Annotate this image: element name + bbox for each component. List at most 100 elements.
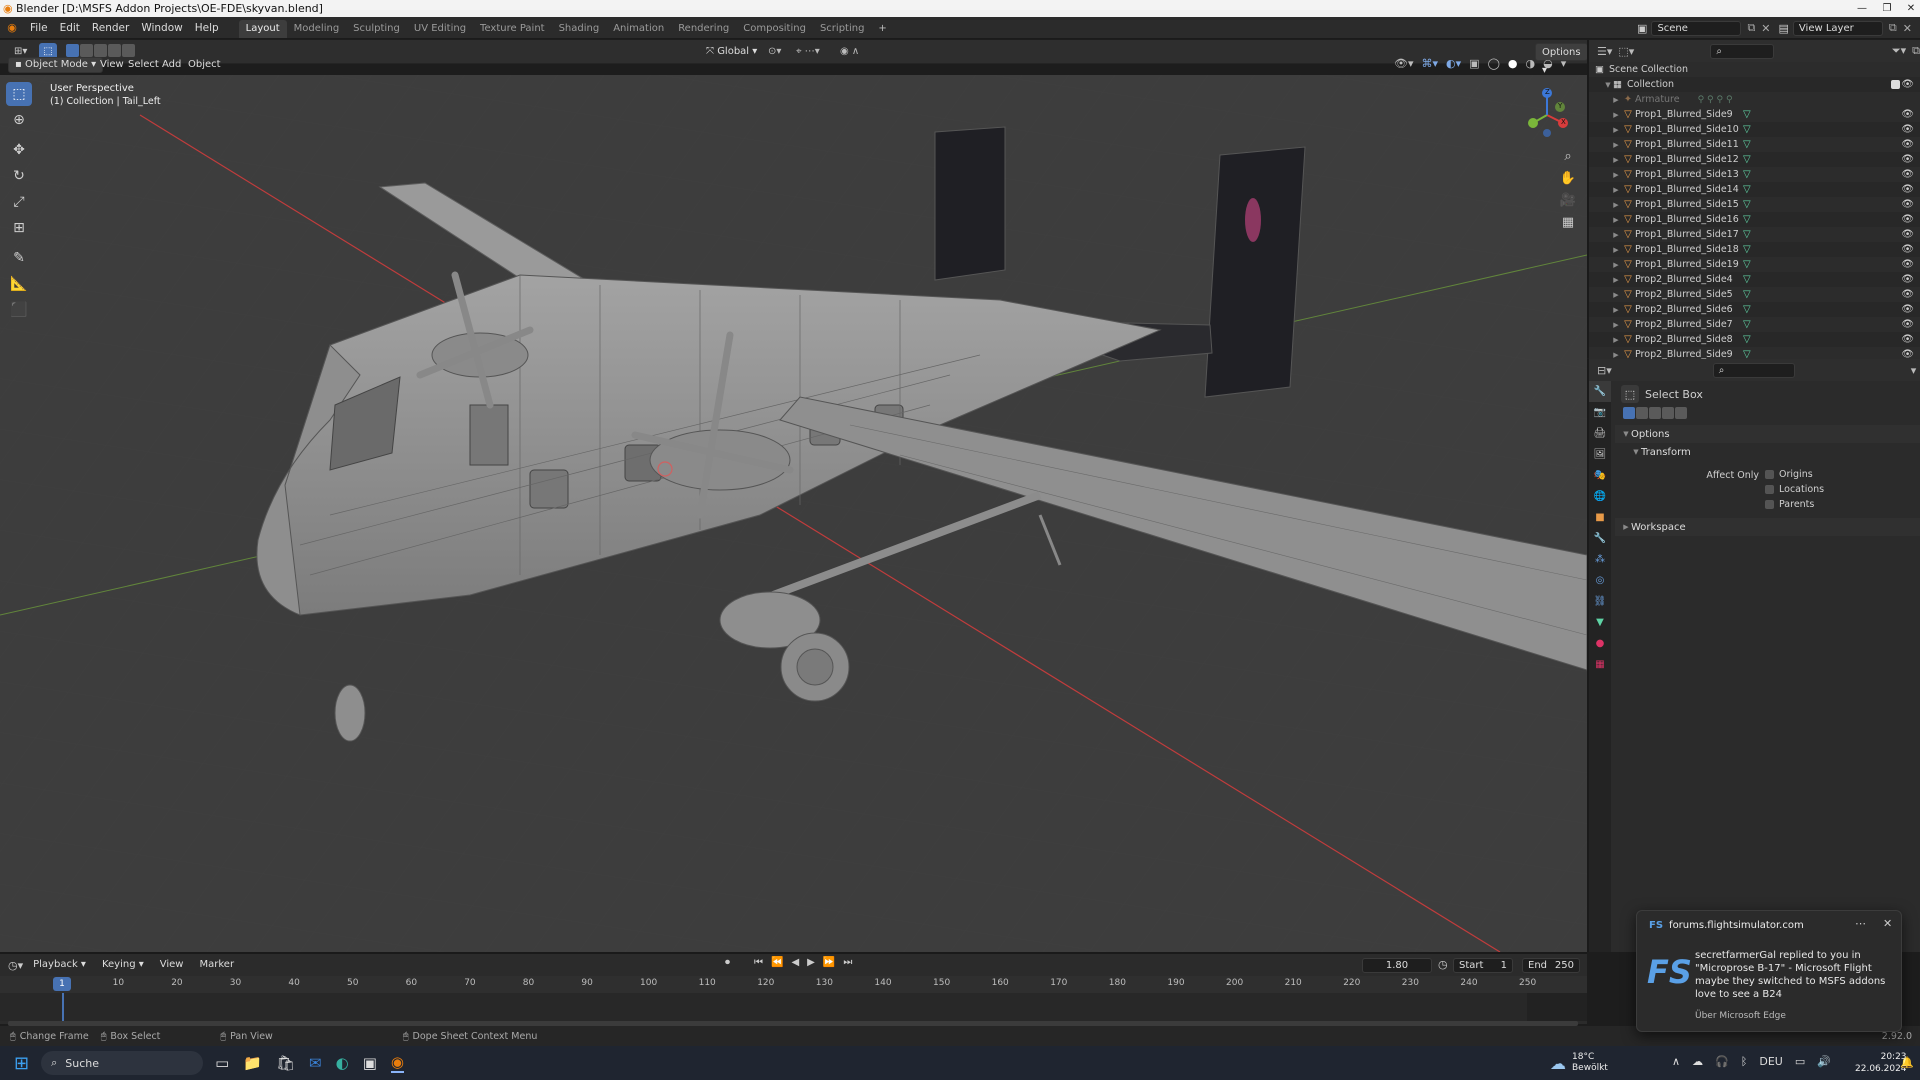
outliner-scene-collection[interactable]: ▣ Scene Collection <box>1589 62 1920 77</box>
eye-icon[interactable]: 👁 <box>1901 319 1914 330</box>
expand-icon[interactable]: ▶ <box>1611 336 1621 344</box>
navigation-gizmo[interactable]: X Z Y <box>1515 83 1579 147</box>
expand-icon[interactable]: ▶ <box>1611 96 1621 104</box>
expand-icon[interactable]: ▶ <box>1611 171 1621 179</box>
mesh-data-icon[interactable]: ▽ <box>1743 214 1751 225</box>
mesh-data-icon[interactable]: ▽ <box>1743 244 1751 255</box>
expand-icon[interactable]: ▶ <box>1611 156 1621 164</box>
transform-icon[interactable]: ⊞ <box>6 216 32 240</box>
language-indicator[interactable]: DEU <box>1759 1055 1782 1068</box>
expand-icon[interactable]: ▶ <box>1611 111 1621 119</box>
menu-object[interactable]: Object <box>182 57 227 75</box>
outliner-item-armature[interactable]: ▶ ✦ Armature ⚲ ⚲ ⚲ ⚲ <box>1589 92 1920 107</box>
tab-compositing[interactable]: Compositing <box>736 20 813 38</box>
notification-bell-icon[interactable]: 🔔 <box>1900 1056 1914 1069</box>
eye-icon[interactable]: 👁 <box>1901 184 1914 195</box>
eye-icon[interactable]: 👁 <box>1901 214 1914 225</box>
output-tab-icon[interactable]: 🖨 <box>1589 423 1611 444</box>
scene-new-icon[interactable]: ⧉ <box>1747 21 1755 35</box>
marker-menu[interactable]: Marker <box>193 956 240 974</box>
xray-icon[interactable]: ▣ <box>1469 57 1479 70</box>
view-layer-tab-icon[interactable]: 🖼 <box>1589 444 1611 465</box>
expand-icon[interactable]: ▶ <box>1611 321 1621 329</box>
tab-rendering[interactable]: Rendering <box>671 20 736 38</box>
terminal-icon[interactable]: ▣ <box>363 1054 377 1072</box>
physics-tab-icon[interactable]: ◎ <box>1589 570 1611 591</box>
timeline-ruler[interactable]: 1 10 20 30 40 50 60 70 80 90 100 110 120 130 140 150 160… <box>0 976 1587 993</box>
world-tab-icon[interactable]: 🌐 <box>1589 486 1611 507</box>
add-workspace-icon[interactable]: + <box>871 20 893 38</box>
particles-tab-icon[interactable]: ⁂ <box>1589 549 1611 570</box>
tool-mode-intersect-icon[interactable] <box>1675 407 1687 419</box>
shading-wireframe-icon[interactable]: ◯ <box>1488 57 1500 70</box>
close-icon[interactable]: ✕ <box>1896 0 1920 17</box>
menu-edit[interactable]: Edit <box>54 17 86 39</box>
task-view-icon[interactable]: ▭ <box>215 1054 229 1072</box>
mesh-data-icon[interactable]: ▽ <box>1743 334 1751 345</box>
pan-hand-icon[interactable]: ✋ <box>1557 167 1579 189</box>
outliner-item[interactable]: ▶ ▽ Prop1_Blurred_Side16 ▽ 👁 <box>1589 212 1920 227</box>
visibility-icon[interactable]: 👁▾ <box>1394 57 1414 70</box>
outliner-item[interactable]: ▶ ▽ Prop1_Blurred_Side19 ▽ 👁 <box>1589 257 1920 272</box>
expand-icon[interactable]: ▶ <box>1611 351 1621 359</box>
mesh-data-icon[interactable]: ▽ <box>1743 184 1751 195</box>
scene-tab-icon[interactable]: 🎭 <box>1589 465 1611 486</box>
view-menu[interactable]: View <box>154 956 190 974</box>
eye-icon[interactable]: 👁 <box>1901 244 1914 255</box>
move-icon[interactable]: ✥ <box>6 138 32 162</box>
overlays-toggle-icon[interactable]: ◐▾ <box>1446 57 1461 70</box>
parents-checkbox[interactable]: Parents <box>1765 499 1814 510</box>
taskbar-search[interactable]: ⌕ Suche <box>41 1051 204 1075</box>
file-explorer-icon[interactable]: 📁 <box>243 1054 262 1072</box>
expand-icon[interactable]: ▶ <box>1611 291 1621 299</box>
filter-icon[interactable]: ⏷▾ <box>1892 44 1906 58</box>
expand-icon[interactable]: ▶ <box>1611 306 1621 314</box>
store-icon[interactable]: 🛍 <box>276 1054 295 1072</box>
tab-texture-paint[interactable]: Texture Paint <box>473 20 552 38</box>
outliner-item[interactable]: ▶ ▽ Prop1_Blurred_Side18 ▽ 👁 <box>1589 242 1920 257</box>
mesh-data-icon[interactable]: ▽ <box>1743 109 1751 120</box>
mode-invert-icon[interactable] <box>108 44 121 57</box>
gizmo-toggle-icon[interactable]: ⌘▾ <box>1422 57 1439 70</box>
headset-icon[interactable]: 🎧 <box>1715 1055 1729 1068</box>
mode-intersect-icon[interactable] <box>122 44 135 57</box>
outliner-item[interactable]: ▶ ▽ Prop2_Blurred_Side7 ▽ 👁 <box>1589 317 1920 332</box>
jump-start-icon[interactable]: ⏮ <box>754 957 763 968</box>
eye-icon[interactable]: 👁 <box>1901 154 1914 165</box>
mode-subtract-icon[interactable] <box>94 44 107 57</box>
tool-mode-invert-icon[interactable] <box>1662 407 1674 419</box>
eye-icon[interactable]: 👁 <box>1901 139 1914 150</box>
shading-material-icon[interactable]: ◑ <box>1525 57 1535 70</box>
expand-icon[interactable]: ▶ <box>1611 141 1621 149</box>
eye-icon[interactable]: 👁 <box>1901 304 1914 315</box>
eye-icon[interactable]: 👁 <box>1901 79 1914 90</box>
scene-close-icon[interactable]: ✕ <box>1761 22 1770 35</box>
weather-widget[interactable]: ☁ 18°C Bewölkt <box>1550 1052 1608 1074</box>
eye-icon[interactable]: 👁 <box>1901 259 1914 270</box>
outliner-item[interactable]: ▶ ▽ Prop1_Blurred_Side14 ▽ 👁 <box>1589 182 1920 197</box>
eye-icon[interactable]: 👁 <box>1901 199 1914 210</box>
tab-animation[interactable]: Animation <box>606 20 671 38</box>
blender-taskbar-icon[interactable]: ◉ <box>390 1053 404 1073</box>
volume-icon[interactable]: 🔊 <box>1817 1055 1831 1068</box>
origins-checkbox[interactable]: Origins <box>1765 469 1813 480</box>
menu-window[interactable]: Window <box>135 17 188 39</box>
eye-icon[interactable]: 👁 <box>1901 334 1914 345</box>
keying-menu[interactable]: Keying ▾ <box>96 956 150 974</box>
mesh-data-icon[interactable]: ▽ <box>1743 274 1751 285</box>
mesh-data-icon[interactable]: ▽ <box>1743 289 1751 300</box>
annotate-icon[interactable]: ✎ <box>6 246 32 270</box>
shading-solid-icon[interactable]: ● <box>1508 57 1518 70</box>
constraints-tab-icon[interactable]: ⛓ <box>1589 591 1611 612</box>
view-layer-field[interactable]: View Layer <box>1792 20 1883 36</box>
options-panel-header[interactable]: ▼ Options <box>1615 425 1920 443</box>
mesh-data-icon[interactable]: ▽ <box>1743 199 1751 210</box>
expand-icon[interactable]: ▼ <box>1603 81 1613 89</box>
clock[interactable]: 20:23 22.06.2024 <box>1855 1051 1907 1075</box>
expand-icon[interactable]: ▶ <box>1611 126 1621 134</box>
outliner-item[interactable]: ▶ ▽ Prop2_Blurred_Side8 ▽ 👁 <box>1589 332 1920 347</box>
view-layer-close-icon[interactable]: ✕ <box>1903 22 1912 35</box>
scene-field[interactable]: Scene <box>1651 20 1742 36</box>
timeline-editor-icon[interactable]: ◷▾ <box>8 959 23 972</box>
start-frame-field[interactable]: Start 1 <box>1453 958 1513 973</box>
